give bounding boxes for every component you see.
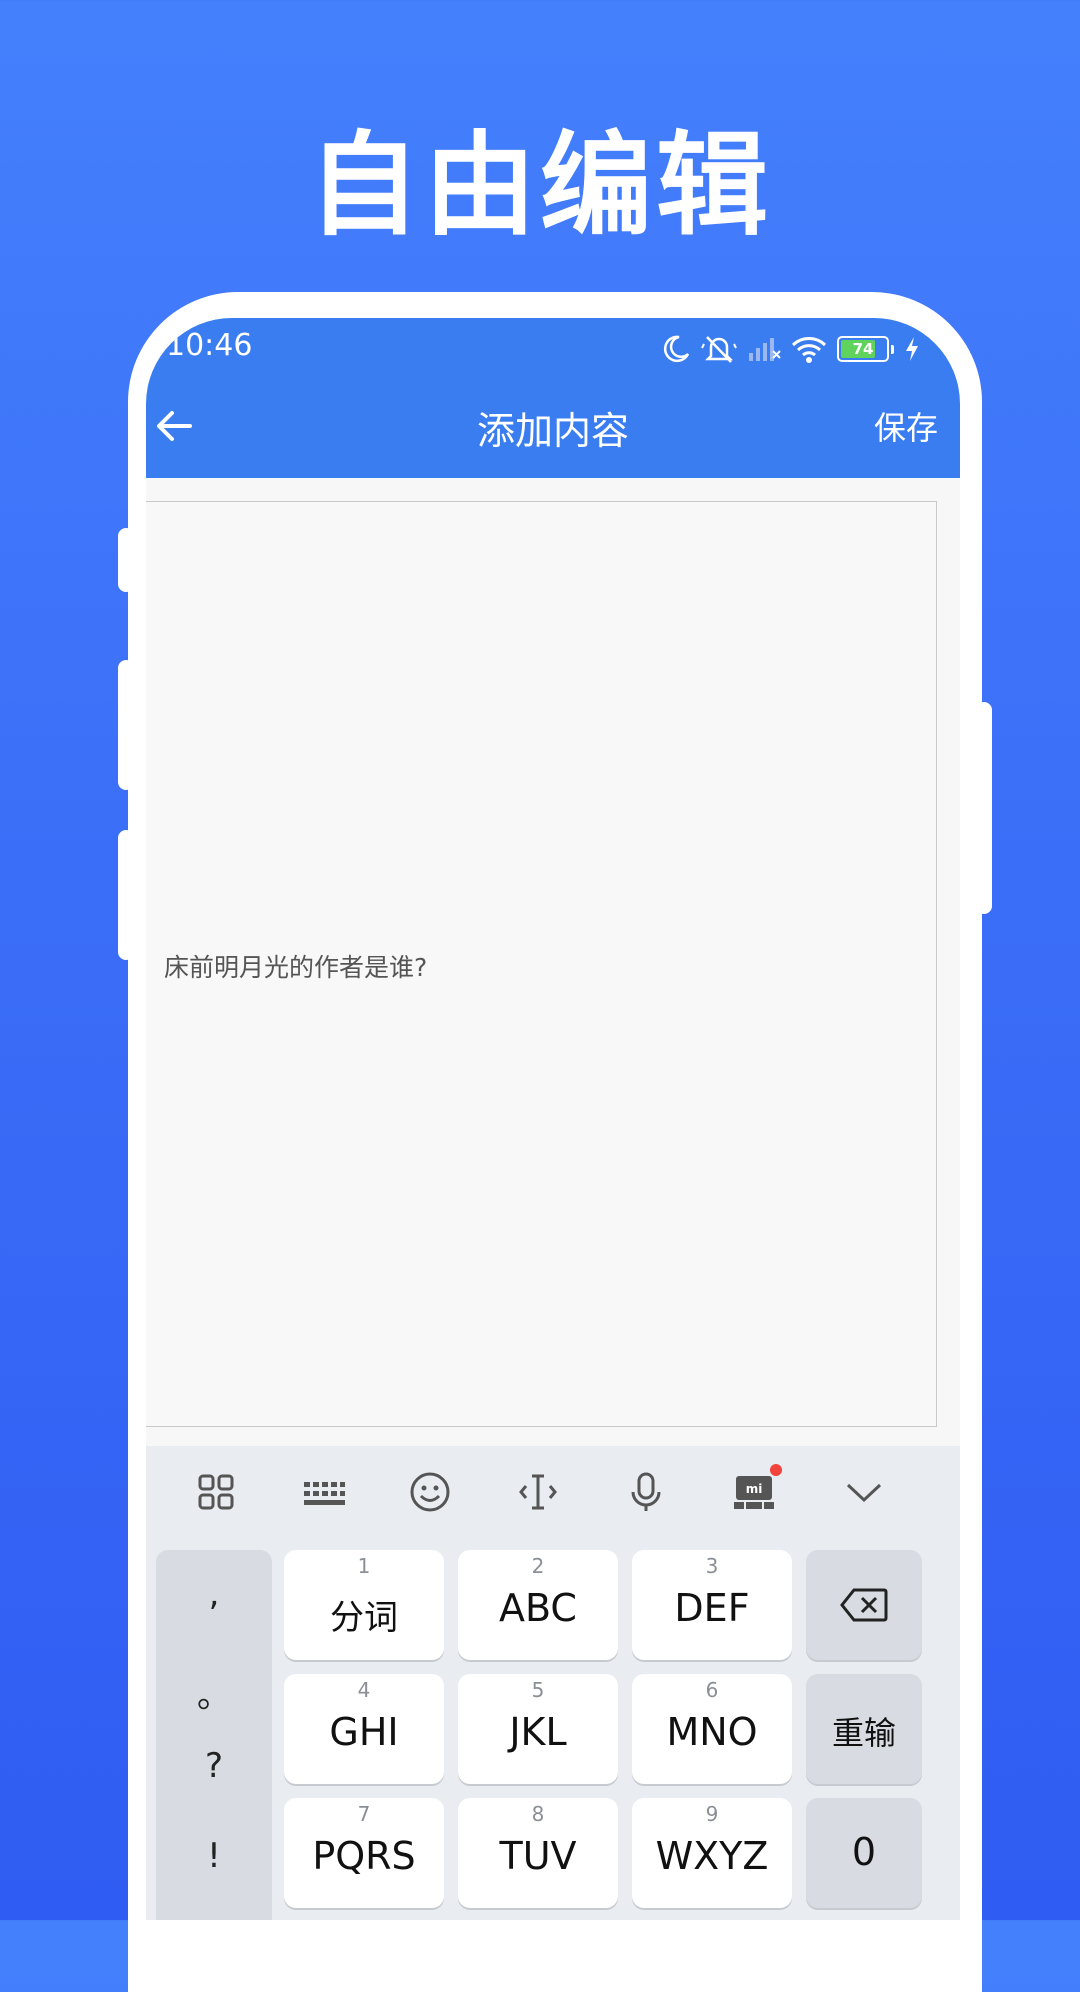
editor-text: 床前明月光的作者是谁? bbox=[164, 953, 428, 982]
key-label: JKL bbox=[509, 1710, 567, 1754]
signal-icon bbox=[749, 338, 781, 361]
battery-level: 74 bbox=[852, 340, 874, 358]
moon-icon bbox=[663, 335, 690, 363]
status-icons: 74 bbox=[661, 334, 920, 364]
key-label: DEF bbox=[674, 1586, 750, 1630]
key-label: 重输 bbox=[831, 1714, 896, 1752]
key-8[interactable]: 8 TUV bbox=[458, 1798, 618, 1908]
punct-key[interactable]: , bbox=[156, 1574, 272, 1614]
charging-icon bbox=[906, 337, 918, 361]
backspace-icon bbox=[840, 1588, 888, 1622]
mute-icon bbox=[701, 336, 737, 363]
key-9[interactable]: 9 WXYZ bbox=[632, 1798, 792, 1908]
punct-key[interactable]: 。 bbox=[156, 1668, 272, 1717]
backspace-key[interactable] bbox=[806, 1550, 922, 1660]
microphone-icon[interactable] bbox=[624, 1470, 668, 1514]
key-label: TUV bbox=[499, 1834, 577, 1878]
status-time: 10:46 bbox=[166, 328, 253, 363]
keyboard-icon[interactable] bbox=[302, 1470, 346, 1514]
key-label: WXYZ bbox=[655, 1834, 769, 1878]
key-label: GHI bbox=[329, 1710, 399, 1754]
key-label: PQRS bbox=[312, 1834, 416, 1878]
key-0[interactable]: 0 bbox=[806, 1798, 922, 1908]
punct-key[interactable]: ! bbox=[156, 1836, 272, 1876]
chevron-down-icon[interactable] bbox=[842, 1470, 886, 1514]
phone-screen: 10:46 74 添加内容 保存 床前明月光的作者是谁? mi , 。 ? ! … bbox=[146, 318, 960, 1920]
keyboard: mi , 。 ? ! 1 分词 2 ABC 3 DEF 4 GHI 5 JKL … bbox=[146, 1446, 960, 1920]
reenter-key[interactable]: 重输 bbox=[806, 1674, 922, 1784]
emoji-icon[interactable] bbox=[408, 1470, 452, 1514]
key-number: 6 bbox=[705, 1678, 719, 1702]
key-number: 4 bbox=[357, 1678, 371, 1702]
key-7[interactable]: 7 PQRS bbox=[284, 1798, 444, 1908]
key-number: 7 bbox=[357, 1802, 371, 1826]
save-button[interactable]: 保存 bbox=[874, 403, 938, 449]
key-6[interactable]: 6 MNO bbox=[632, 1674, 792, 1784]
battery-cap bbox=[891, 344, 894, 354]
key-label: 0 bbox=[851, 1830, 877, 1874]
battery-icon: 74 bbox=[837, 336, 889, 362]
app-bar: 10:46 74 添加内容 保存 bbox=[146, 318, 960, 478]
key-number: 3 bbox=[705, 1554, 719, 1578]
wifi-icon bbox=[791, 337, 827, 363]
key-label: MNO bbox=[666, 1710, 758, 1754]
key-label: ABC bbox=[499, 1586, 577, 1630]
key-number: 2 bbox=[531, 1554, 545, 1578]
key-1[interactable]: 1 分词 bbox=[284, 1550, 444, 1660]
key-label: 分词 bbox=[330, 1598, 398, 1638]
key-3[interactable]: 3 DEF bbox=[632, 1550, 792, 1660]
cursor-icon[interactable] bbox=[516, 1470, 560, 1514]
grid-icon[interactable] bbox=[194, 1470, 238, 1514]
content-editor[interactable]: 床前明月光的作者是谁? bbox=[146, 501, 937, 1427]
headline: 自由编辑 bbox=[308, 121, 772, 251]
punct-key[interactable]: ? bbox=[156, 1746, 272, 1786]
page-title: 添加内容 bbox=[476, 409, 629, 453]
key-5[interactable]: 5 JKL bbox=[458, 1674, 618, 1784]
key-2[interactable]: 2 ABC bbox=[458, 1550, 618, 1660]
mi-keyboard-icon[interactable]: mi bbox=[732, 1464, 782, 1514]
punctuation-column: , 。 ? ! bbox=[156, 1550, 272, 1920]
key-number: 8 bbox=[531, 1802, 545, 1826]
keyboard-toolbar: mi bbox=[146, 1446, 960, 1538]
svg-text:mi: mi bbox=[746, 1482, 763, 1496]
key-number: 1 bbox=[357, 1554, 371, 1578]
key-number: 9 bbox=[705, 1802, 719, 1826]
key-4[interactable]: 4 GHI bbox=[284, 1674, 444, 1784]
key-number: 5 bbox=[531, 1678, 545, 1702]
notification-dot bbox=[770, 1464, 782, 1476]
